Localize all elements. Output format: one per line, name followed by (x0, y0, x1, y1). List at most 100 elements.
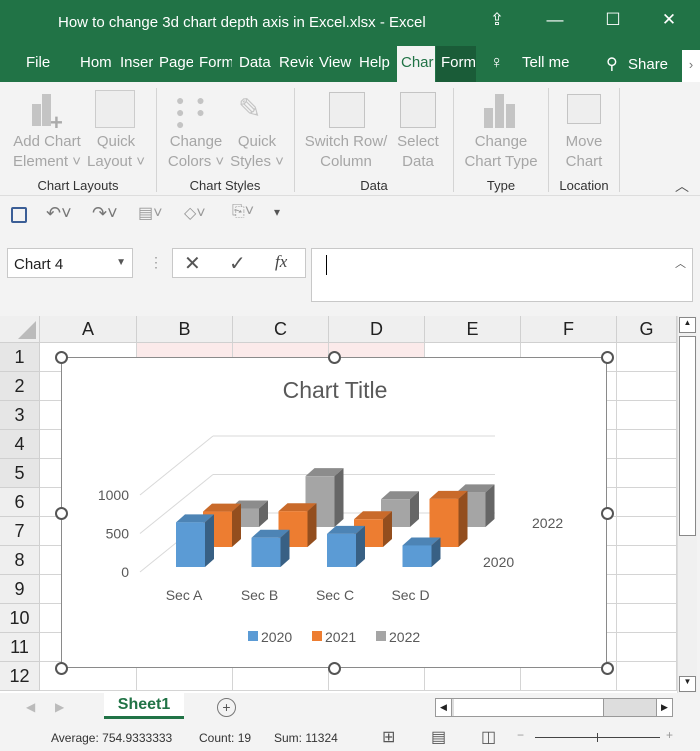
share-button[interactable]: Share (628, 56, 668, 73)
tab-view[interactable]: View (319, 54, 353, 71)
zoom-slider-thumb[interactable] (597, 733, 598, 742)
chart-area[interactable]: 0 500 1000 Chart Title Sec A Sec B Sec C Sec D 2… (61, 357, 607, 668)
select-all-button[interactable] (0, 316, 40, 343)
tab-help[interactable]: Help (359, 54, 393, 71)
cell[interactable] (617, 517, 677, 546)
page-layout-view-icon[interactable]: ▤ (431, 727, 446, 747)
maximize-button[interactable]: ☐ (598, 10, 628, 30)
quick-styles-button[interactable]: Quick Styles ˅ (226, 132, 288, 172)
normal-view-icon[interactable]: ⊞ (382, 727, 395, 747)
tab-review[interactable]: Revie (279, 54, 313, 71)
save-icon[interactable] (11, 207, 27, 223)
sheet-tab-sheet1[interactable]: Sheet1 (104, 693, 184, 719)
tab-formulas[interactable]: Form (199, 54, 232, 71)
row-header-11[interactable]: 11 (0, 633, 40, 662)
vertical-scrollbar[interactable]: ▲ ▼ (677, 316, 697, 693)
cell[interactable] (617, 488, 677, 517)
zoom-in-button[interactable]: + (666, 728, 673, 742)
chart-resize-handle[interactable] (328, 351, 341, 364)
chart-resize-handle[interactable] (55, 351, 68, 364)
horizontal-scroll-thumb[interactable] (454, 699, 604, 716)
page-break-view-icon[interactable]: ◫ (481, 727, 496, 747)
shapes-icon[interactable]: ◇˅ (184, 203, 206, 223)
formula-input[interactable]: ︿ (311, 248, 693, 302)
customize-qat-icon[interactable]: ▾ (274, 205, 280, 219)
row-header-6[interactable]: 6 (0, 488, 40, 517)
cell[interactable] (617, 430, 677, 459)
tell-me-search[interactable]: Tell me (522, 54, 570, 71)
cell[interactable] (617, 546, 677, 575)
change-chart-type-button[interactable]: Change Chart Type (458, 132, 544, 172)
tab-chart-design[interactable]: Char (397, 46, 435, 82)
tab-home[interactable]: Hom (80, 54, 114, 71)
cancel-icon[interactable]: ✕ (184, 251, 201, 276)
row-header-5[interactable]: 5 (0, 459, 40, 488)
cell[interactable] (617, 459, 677, 488)
tab-data[interactable]: Data (239, 54, 273, 71)
scroll-down-button[interactable]: ▼ (679, 676, 696, 692)
ribbon-display-options-icon[interactable]: ⇪ (482, 10, 512, 30)
cell[interactable] (617, 604, 677, 633)
tab-format[interactable]: Form (436, 46, 476, 82)
row-header-7[interactable]: 7 (0, 517, 40, 546)
scroll-up-button[interactable]: ▲ (679, 317, 696, 333)
print-preview-icon[interactable]: ▤˅ (138, 203, 162, 223)
attach-icon[interactable]: ⎘˅ (232, 203, 254, 221)
select-data-button[interactable]: Select Data (392, 132, 444, 172)
name-box[interactable]: Chart 4 ▼ (7, 248, 133, 278)
tab-insert[interactable]: Inser (120, 54, 153, 71)
change-colors-button[interactable]: Change Colors ˅ (162, 132, 230, 172)
scroll-tabs-right-button[interactable]: › (682, 50, 700, 82)
cell[interactable] (617, 662, 677, 691)
column-header-f[interactable]: F (521, 316, 617, 343)
column-header-g[interactable]: G (617, 316, 677, 343)
next-sheet-icon[interactable]: ▶ (55, 700, 64, 714)
scroll-left-button[interactable]: ◀ (436, 699, 452, 716)
chart-resize-handle[interactable] (601, 507, 614, 520)
cell[interactable] (617, 401, 677, 430)
row-header-4[interactable]: 4 (0, 430, 40, 459)
tab-page-layout[interactable]: Page (159, 54, 193, 71)
minimize-button[interactable]: — (540, 10, 570, 30)
quick-layout-button[interactable]: Quick Layout ˅ (84, 132, 148, 172)
collapse-ribbon-button[interactable]: ︿ (675, 176, 689, 196)
tab-file[interactable]: File (26, 54, 56, 71)
chart-resize-handle[interactable] (601, 662, 614, 675)
column-header-b[interactable]: B (137, 316, 233, 343)
scroll-right-button[interactable]: ▶ (656, 698, 673, 717)
redo-icon[interactable]: ↷˅ (92, 203, 118, 224)
cell[interactable] (617, 343, 677, 372)
row-header-3[interactable]: 3 (0, 401, 40, 430)
enter-icon[interactable]: ✓ (229, 251, 246, 276)
row-header-12[interactable]: 12 (0, 662, 40, 691)
undo-icon[interactable]: ↶˅ (46, 203, 72, 224)
insert-function-icon[interactable]: fx (275, 252, 287, 272)
chart-resize-handle[interactable] (55, 662, 68, 675)
prev-sheet-icon[interactable]: ◀ (26, 700, 35, 714)
expand-formula-bar-icon[interactable]: ︿ (675, 255, 686, 271)
zoom-slider[interactable] (535, 733, 660, 742)
cell[interactable] (617, 575, 677, 604)
horizontal-scrollbar[interactable]: ◀ (435, 698, 673, 717)
zoom-out-button[interactable]: − (517, 728, 524, 742)
new-sheet-button[interactable]: + (217, 698, 236, 717)
column-header-a[interactable]: A (40, 316, 137, 343)
row-header-1[interactable]: 1 (0, 343, 40, 372)
row-header-8[interactable]: 8 (0, 546, 40, 575)
row-header-10[interactable]: 10 (0, 604, 40, 633)
chart-resize-handle[interactable] (328, 662, 341, 675)
switch-row-column-button[interactable]: Switch Row/Column (300, 132, 392, 172)
column-header-d[interactable]: D (329, 316, 425, 343)
column-header-e[interactable]: E (425, 316, 521, 343)
chart-resize-handle[interactable] (55, 507, 68, 520)
add-chart-element-button[interactable]: Add Chart Element ˅ (8, 132, 86, 172)
close-button[interactable]: ✕ (654, 10, 684, 30)
row-header-2[interactable]: 2 (0, 372, 40, 401)
row-header-9[interactable]: 9 (0, 575, 40, 604)
move-chart-button[interactable]: Move Chart (552, 132, 616, 172)
cell[interactable] (617, 633, 677, 662)
cell[interactable] (617, 372, 677, 401)
vertical-scroll-thumb[interactable] (679, 336, 696, 536)
column-header-c[interactable]: C (233, 316, 329, 343)
chart-resize-handle[interactable] (601, 351, 614, 364)
